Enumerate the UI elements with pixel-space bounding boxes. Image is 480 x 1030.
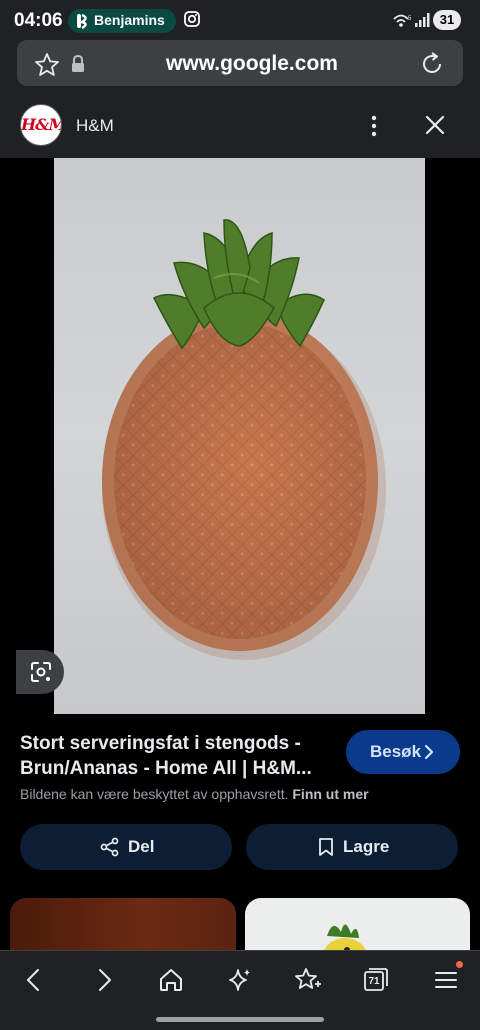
tabs-button[interactable]: 71: [362, 966, 390, 994]
more-options-icon[interactable]: [366, 114, 382, 138]
instagram-icon: [184, 11, 200, 27]
related-image-card[interactable]: [245, 898, 470, 958]
copyright-text: Bildene kan være beskyttet av opphavsret…: [20, 786, 289, 802]
app-icon: [77, 13, 87, 29]
close-icon[interactable]: [424, 114, 446, 136]
share-label: Del: [128, 837, 155, 856]
learn-more-link[interactable]: Finn ut mer: [292, 786, 368, 802]
related-image-card[interactable]: [10, 898, 236, 958]
tab-count: 71: [368, 976, 380, 987]
logo-text: H&M: [21, 115, 62, 134]
forward-icon[interactable]: [90, 966, 118, 994]
reload-icon[interactable]: [419, 51, 445, 77]
gesture-handle[interactable]: [156, 1017, 324, 1022]
signal-icon: [415, 13, 430, 27]
menu-notification-dot: [456, 961, 463, 968]
notification-app-name: Benjamins: [94, 12, 165, 28]
chevron-right-icon: [424, 744, 434, 760]
share-button[interactable]: Del: [20, 824, 232, 870]
site-logo[interactable]: H&M: [20, 104, 62, 146]
google-lens-button[interactable]: [16, 650, 64, 694]
pineapple-thumbnail: [323, 924, 367, 958]
result-header: [0, 92, 480, 158]
url-text[interactable]: www.google.com: [100, 52, 404, 76]
back-icon[interactable]: [20, 966, 48, 994]
lens-icon: [31, 662, 51, 682]
save-label: Lagre: [343, 837, 390, 856]
ai-sparkle-icon[interactable]: [226, 966, 254, 994]
copyright-notice: Bildene kan være beskyttet av opphavsret…: [20, 786, 369, 802]
bookmarks-icon[interactable]: [294, 966, 322, 994]
status-time: 04:06: [14, 10, 63, 31]
product-image[interactable]: [54, 158, 425, 714]
visit-label: Besøk: [370, 742, 422, 761]
home-icon[interactable]: [157, 966, 185, 994]
share-icon: [100, 837, 119, 857]
result-title[interactable]: Stort serveringsfat i stengods - Brun/An…: [20, 731, 330, 781]
battery-indicator: 31: [433, 10, 461, 30]
notification-pill[interactable]: Benjamins: [68, 9, 176, 33]
visit-button[interactable]: Besøk: [346, 730, 460, 774]
wifi-icon: 5: [393, 14, 412, 27]
bookmark-star-icon[interactable]: [34, 52, 60, 78]
menu-icon[interactable]: [432, 966, 460, 994]
site-name[interactable]: H&M: [76, 116, 114, 136]
pineapple-plate-illustration: [102, 219, 386, 660]
save-button[interactable]: Lagre: [246, 824, 458, 870]
result-title-line-1: Stort serveringsfat i stengods -: [20, 733, 301, 754]
svg-text:5: 5: [408, 16, 412, 22]
bookmark-icon: [319, 838, 333, 856]
result-title-line-2: Brun/Ananas - Home All | H&M...: [20, 758, 312, 779]
lock-icon[interactable]: [70, 55, 86, 73]
